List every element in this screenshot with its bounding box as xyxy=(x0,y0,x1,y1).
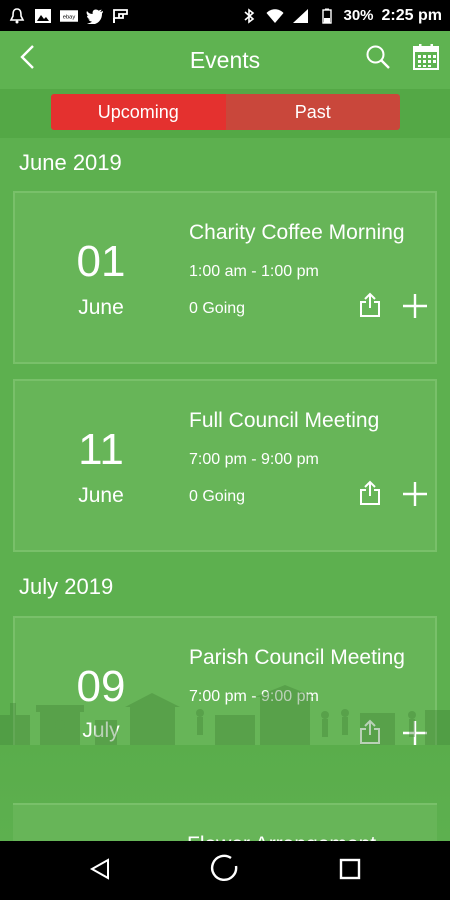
twitter-icon xyxy=(86,8,104,24)
search-icon xyxy=(365,44,391,75)
event-month: July xyxy=(82,719,120,742)
month-header: June 2019 xyxy=(19,150,122,175)
add-event-button[interactable] xyxy=(399,292,431,324)
event-month: June xyxy=(78,296,124,319)
system-navigation-bar xyxy=(0,841,450,900)
system-recents-button[interactable] xyxy=(334,855,366,887)
status-bar-right: 30% 2:25 pm xyxy=(240,6,442,25)
event-going-count: 0 Going xyxy=(189,300,246,317)
wifi-icon xyxy=(266,8,284,24)
events-tab-switch: Upcoming Past xyxy=(51,94,400,130)
event-day: 09 xyxy=(76,662,126,711)
battery-percentage: 30% xyxy=(343,7,374,24)
plus-icon xyxy=(402,293,428,324)
ebay-icon: ebay xyxy=(60,8,78,24)
tab-upcoming[interactable]: Upcoming xyxy=(51,94,226,130)
recents-square-icon xyxy=(339,858,361,885)
share-button[interactable] xyxy=(355,480,385,510)
notification-bell-icon xyxy=(8,7,26,24)
share-icon xyxy=(358,292,382,323)
search-button[interactable] xyxy=(360,41,396,77)
image-icon xyxy=(34,8,52,24)
system-back-button[interactable] xyxy=(84,855,116,887)
event-card[interactable]: 01 June Charity Coffee Morning 1:00 am -… xyxy=(13,191,437,364)
calendar-icon xyxy=(412,43,440,76)
plus-icon xyxy=(402,481,428,512)
signal-icon xyxy=(292,8,310,24)
event-time: 7:00 pm - 9:00 pm xyxy=(189,451,319,468)
event-time: 1:00 am - 1:00 pm xyxy=(189,263,319,280)
flipboard-icon xyxy=(112,8,130,24)
event-going-count: 0 Going xyxy=(189,488,246,505)
add-event-button[interactable] xyxy=(399,480,431,512)
status-bar-left: ebay xyxy=(8,7,130,24)
event-title: Full Council Meeting xyxy=(189,409,380,432)
segment-bar: Upcoming Past xyxy=(0,89,450,138)
event-title: Charity Coffee Morning xyxy=(189,221,405,244)
home-circle-icon xyxy=(210,854,240,889)
battery-icon xyxy=(318,8,336,24)
event-day: 11 xyxy=(78,425,124,474)
status-bar: ebay 30% 2:25 pm xyxy=(0,0,450,31)
back-triangle-icon xyxy=(88,857,112,886)
month-header: July 2019 xyxy=(19,574,114,599)
event-card[interactable]: Flower Arrangement xyxy=(13,803,437,845)
event-title: Parish Council Meeting xyxy=(189,646,405,669)
share-icon xyxy=(358,480,382,511)
event-day: 01 xyxy=(76,237,126,286)
calendar-button[interactable] xyxy=(408,41,444,77)
event-time: 7:00 pm - 9:00 pm xyxy=(189,688,319,705)
tab-past[interactable]: Past xyxy=(225,94,400,130)
system-home-button[interactable] xyxy=(209,854,241,889)
event-month: June xyxy=(78,484,124,507)
share-button[interactable] xyxy=(355,292,385,322)
bluetooth-icon xyxy=(240,7,258,24)
ebay-label: ebay xyxy=(63,14,76,20)
clock-time: 2:25 pm xyxy=(381,6,442,24)
event-card[interactable]: 11 June Full Council Meeting 7:00 pm - 9… xyxy=(13,379,437,552)
app-bar: Events xyxy=(0,31,450,89)
